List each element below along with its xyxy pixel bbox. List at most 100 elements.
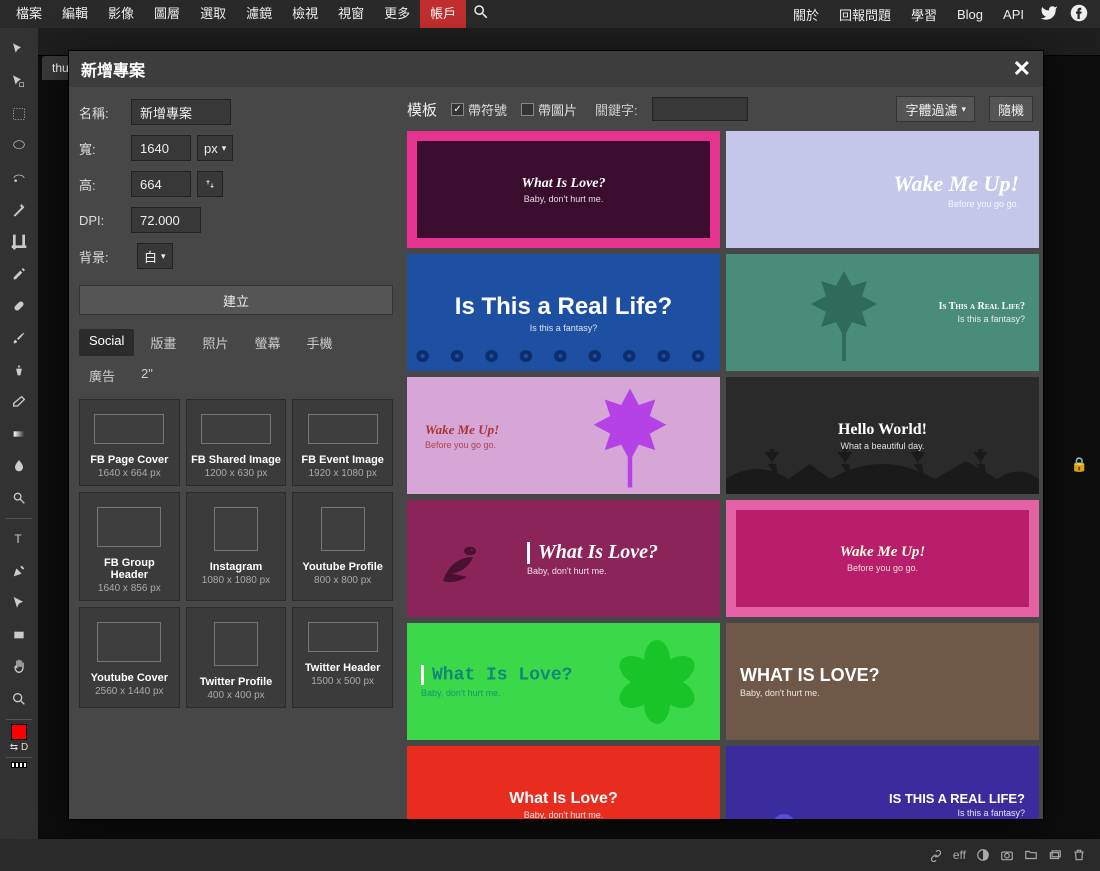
artboard-tool[interactable] xyxy=(7,70,31,94)
template-item[interactable]: Hello World!What a beautiful day. xyxy=(726,377,1039,494)
preset-tab-print[interactable]: 版畫 xyxy=(140,329,186,356)
font-filter-button[interactable]: 字體過濾 ▾ xyxy=(896,96,975,122)
menu-window[interactable]: 視窗 xyxy=(328,0,374,28)
lock-icon: 🔒 xyxy=(1071,456,1088,473)
template-item[interactable]: Is This a Real Life?Is this a fantasy? xyxy=(726,254,1039,371)
layers-icon[interactable] xyxy=(1048,848,1062,862)
status-bar: eff xyxy=(0,839,1100,871)
create-button[interactable]: 建立 xyxy=(79,285,393,315)
move-tool[interactable] xyxy=(7,38,31,62)
lasso-tool[interactable] xyxy=(7,134,31,158)
shape-tool[interactable] xyxy=(7,623,31,647)
path-select-tool[interactable] xyxy=(7,591,31,615)
preset-thumb xyxy=(201,414,271,444)
preset-tab-2inch[interactable]: 2" xyxy=(131,362,163,389)
random-button[interactable]: 隨機 xyxy=(989,96,1033,122)
preset-item[interactable]: Instagram 1080 x 1080 px xyxy=(186,492,287,601)
blur-tool[interactable] xyxy=(7,454,31,478)
link-api[interactable]: API xyxy=(993,7,1034,22)
pen-tool[interactable] xyxy=(7,559,31,583)
preset-tab-mobile[interactable]: 手機 xyxy=(296,329,342,356)
eraser-tool[interactable] xyxy=(7,390,31,414)
preset-tab-photo[interactable]: 照片 xyxy=(192,329,238,356)
hand-tool[interactable] xyxy=(7,655,31,679)
template-item[interactable]: What Is Love?Baby, don't hurt me. xyxy=(407,623,720,740)
keyword-field[interactable] xyxy=(652,97,748,121)
camera-icon[interactable] xyxy=(1000,848,1014,862)
template-title: Is This a Real Life? xyxy=(455,293,672,321)
foreground-color-swatch[interactable] xyxy=(11,724,27,740)
preset-dim: 1920 x 1080 px xyxy=(297,468,388,479)
menu-filter[interactable]: 濾鏡 xyxy=(236,0,282,28)
link-report[interactable]: 回報問題 xyxy=(829,5,901,24)
quick-select-tool[interactable] xyxy=(7,166,31,190)
folder-icon[interactable] xyxy=(1024,848,1038,862)
twitter-icon[interactable] xyxy=(1040,4,1058,25)
preset-item[interactable]: FB Group Header 1640 x 856 px xyxy=(79,492,180,601)
template-item[interactable]: Is This a Real Life?Is this a fantasy? xyxy=(726,746,1039,819)
preset-item[interactable]: FB Page Cover 1640 x 664 px xyxy=(79,399,180,486)
preset-tab-ads[interactable]: 廣告 xyxy=(79,362,125,389)
template-item[interactable]: What Is Love?Baby, don't hurt me. xyxy=(407,746,720,819)
with-code-checkbox[interactable]: ✓帶符號 xyxy=(451,100,507,119)
brush-tool[interactable] xyxy=(7,326,31,350)
menu-more[interactable]: 更多 xyxy=(374,0,420,28)
gradient-tool[interactable] xyxy=(7,422,31,446)
preset-thumb xyxy=(308,622,378,652)
menu-file[interactable]: 檔案 xyxy=(6,0,52,28)
template-item[interactable]: What Is Love?Baby, don't hurt me. xyxy=(726,623,1039,740)
preset-tab-screen[interactable]: 螢幕 xyxy=(244,329,290,356)
trash-icon[interactable] xyxy=(1072,848,1086,862)
type-tool[interactable]: T xyxy=(7,527,31,551)
template-subtitle: Before you go go. xyxy=(847,563,918,573)
preset-item[interactable]: FB Event Image 1920 x 1080 px xyxy=(292,399,393,486)
preset-item[interactable]: FB Shared Image 1200 x 630 px xyxy=(186,399,287,486)
zoom-tool[interactable] xyxy=(7,687,31,711)
template-item[interactable]: Wake Me Up!Before you go go. xyxy=(726,500,1039,617)
preset-item[interactable]: Youtube Cover 2560 x 1440 px xyxy=(79,607,180,708)
preset-item[interactable]: Youtube Profile 800 x 800 px xyxy=(292,492,393,601)
swap-dimensions-button[interactable] xyxy=(197,171,223,197)
with-image-checkbox[interactable]: 帶圖片 xyxy=(521,100,577,119)
preset-dim: 1640 x 664 px xyxy=(84,468,175,479)
marquee-tool[interactable] xyxy=(7,102,31,126)
modal-close-button[interactable]: ✕ xyxy=(1013,56,1031,82)
dpi-field[interactable] xyxy=(131,207,201,233)
default-colors[interactable]: ⇆ D xyxy=(10,742,28,753)
eyedropper-tool[interactable] xyxy=(7,262,31,286)
menu-account[interactable]: 帳戶 xyxy=(420,0,466,28)
dodge-tool[interactable] xyxy=(7,486,31,510)
link-blog[interactable]: Blog xyxy=(947,7,993,22)
quickmask-toggle[interactable] xyxy=(11,762,27,768)
name-field[interactable] xyxy=(131,99,231,125)
bg-select[interactable]: 白 ▾ xyxy=(137,243,173,269)
link-learn[interactable]: 學習 xyxy=(901,5,947,24)
template-item[interactable]: Is This a Real Life?Is this a fantasy? xyxy=(407,254,720,371)
template-title: What Is Love? xyxy=(527,541,658,564)
preset-item[interactable]: Twitter Profile 400 x 400 px xyxy=(186,607,287,708)
search-icon[interactable] xyxy=(472,3,490,25)
template-item[interactable]: What Is Love?Baby, don't hurt me. xyxy=(407,131,720,248)
link-about[interactable]: 關於 xyxy=(783,5,829,24)
template-item[interactable]: What Is Love?Baby, don't hurt me. xyxy=(407,500,720,617)
eff-label[interactable]: eff xyxy=(953,848,966,862)
menu-image[interactable]: 影像 xyxy=(98,0,144,28)
preset-item[interactable]: Twitter Header 1500 x 500 px xyxy=(292,607,393,708)
crop-tool[interactable] xyxy=(7,230,31,254)
height-field[interactable] xyxy=(131,171,191,197)
magic-wand-tool[interactable] xyxy=(7,198,31,222)
menu-select[interactable]: 選取 xyxy=(190,0,236,28)
heal-tool[interactable] xyxy=(7,294,31,318)
clone-tool[interactable] xyxy=(7,358,31,382)
facebook-icon[interactable] xyxy=(1070,4,1088,25)
width-field[interactable] xyxy=(131,135,191,161)
preset-tab-social[interactable]: Social xyxy=(79,329,134,356)
template-item[interactable]: Wake Me Up!Before you go go. xyxy=(407,377,720,494)
template-item[interactable]: Wake Me Up!Before you go go. xyxy=(726,131,1039,248)
unit-select[interactable]: px ▾ xyxy=(197,135,233,161)
menu-layer[interactable]: 圖層 xyxy=(144,0,190,28)
contrast-icon[interactable] xyxy=(976,848,990,862)
menu-edit[interactable]: 編輯 xyxy=(52,0,98,28)
menu-view[interactable]: 檢視 xyxy=(282,0,328,28)
link-icon[interactable] xyxy=(929,848,943,862)
